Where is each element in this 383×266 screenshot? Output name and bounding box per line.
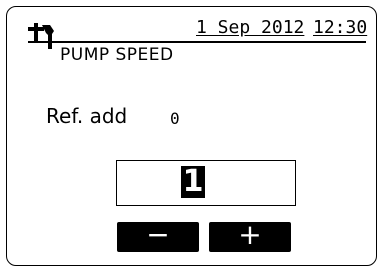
pump-speed-value[interactable]: 1 <box>181 166 205 198</box>
header-divider <box>28 41 366 43</box>
ref-address-label: Ref. add <box>46 104 128 128</box>
header-time: 12:30 <box>313 17 368 38</box>
controller-screen: 1 Sep 2012 12:30 PUMP SPEED Ref. add 0 1… <box>0 0 383 266</box>
pump-speed-value-box <box>116 160 296 206</box>
header-date: 1 Sep 2012 <box>196 17 305 38</box>
ref-address-value: 0 <box>170 109 180 128</box>
page-title: PUMP SPEED <box>60 45 174 65</box>
